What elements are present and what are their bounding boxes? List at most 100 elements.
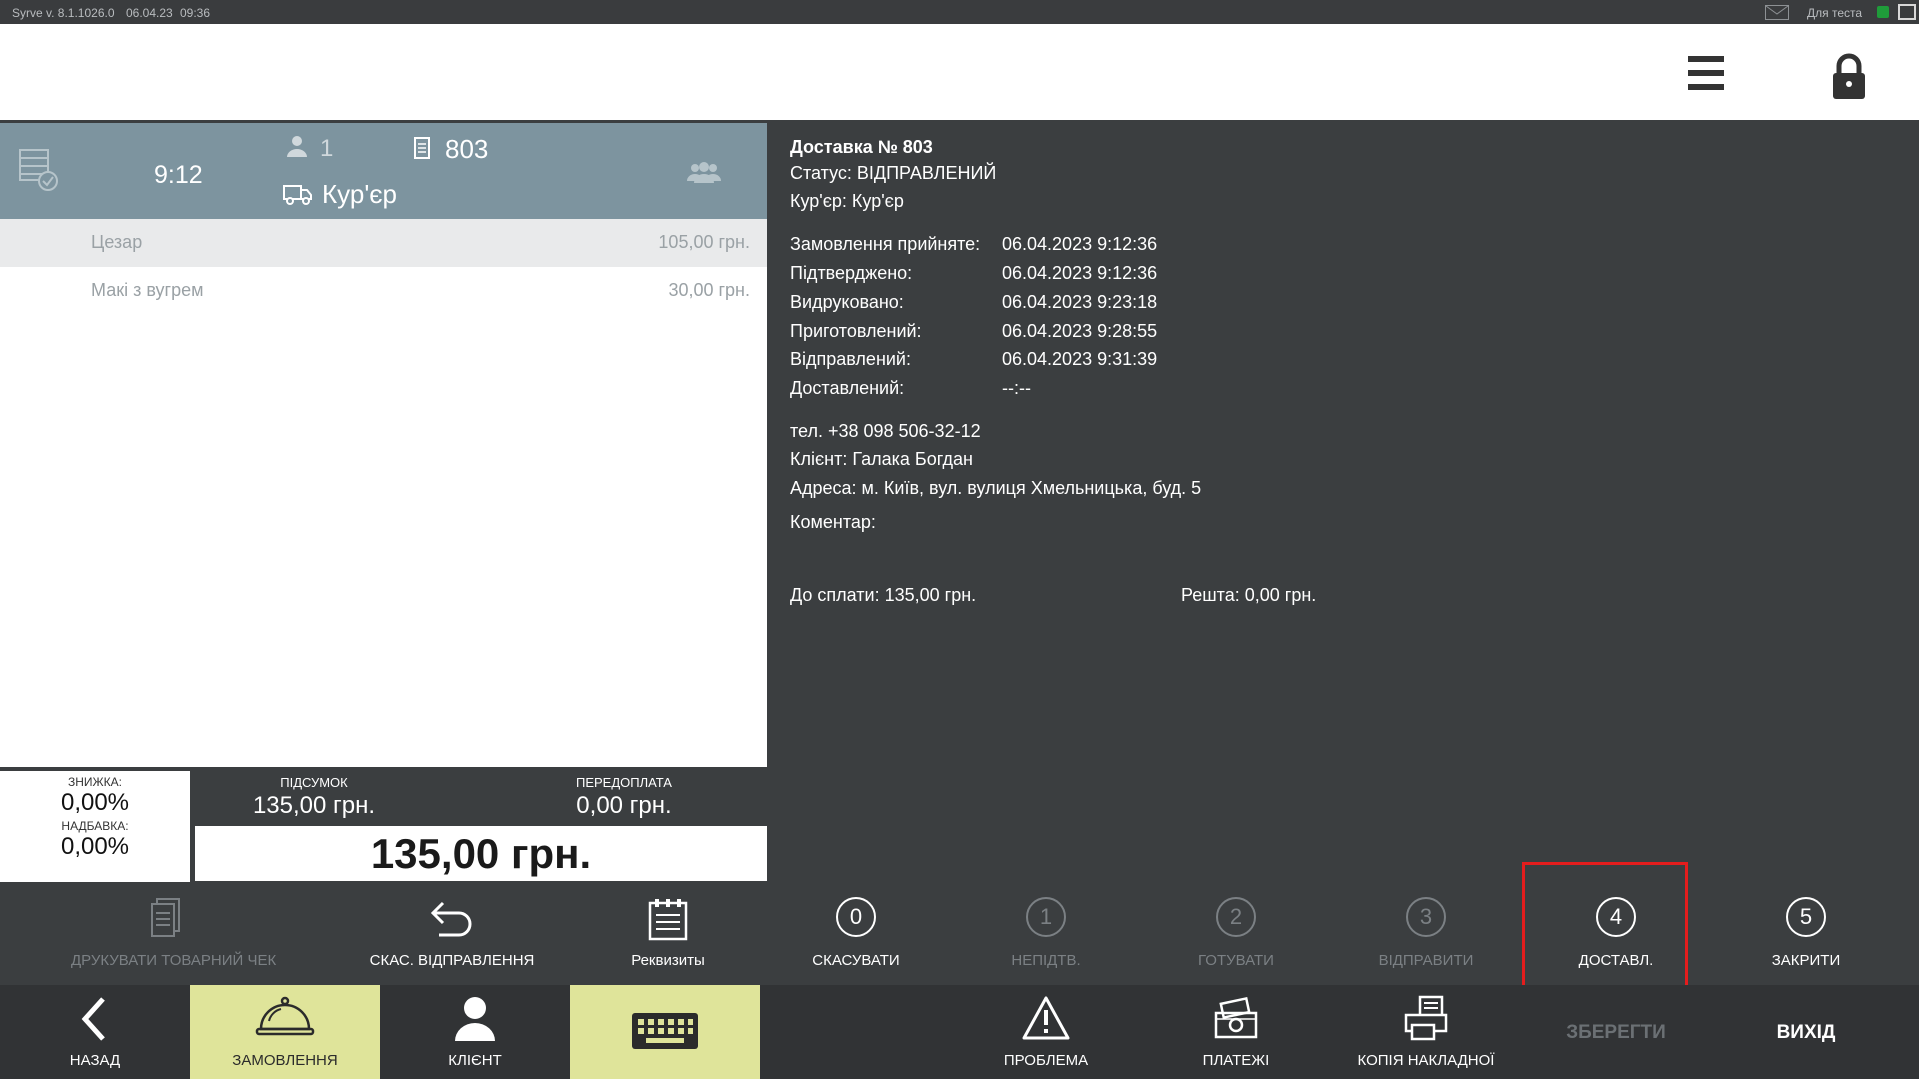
timeline-label: Приготовлений: (790, 321, 922, 341)
undo-icon (430, 901, 472, 937)
prepay-label: ПЕРЕДОПЛАТА (576, 775, 672, 790)
client-name: Клієнт: Галака Богдан (790, 449, 973, 469)
amount-to-pay: До сплати: 135,00 грн. (790, 585, 977, 605)
delivery-address: Адреса: м. Київ, вул. вулиця Хмельницька… (790, 478, 1202, 498)
list-item[interactable]: Макі з вугрем 30,00 грн. (0, 267, 767, 315)
payments-label: ПЛАТЕЖІ (1202, 1052, 1270, 1069)
person-icon (455, 997, 495, 1041)
person-icon (287, 136, 307, 157)
delivery-status: Статус: ВІДПРАВЛЕНИЙ (790, 163, 997, 183)
delivery-comment: Коментар: (790, 512, 876, 532)
order-total: 135,00 грн. (195, 826, 767, 881)
keyboard-button[interactable] (570, 985, 760, 1079)
guest-count: 1 (320, 135, 334, 162)
item-price: 105,00 грн. (658, 232, 750, 252)
status-step-number: 1 (1026, 897, 1066, 937)
orders-label: ЗАМОВЛЕННЯ (232, 1052, 338, 1069)
tab-client[interactable]: КЛІЄНТ (380, 985, 570, 1079)
timeline-label: Доставлений: (790, 378, 905, 398)
status-step-label: ДОСТАВЛ. (1578, 952, 1654, 969)
status-step-label: ГОТУВАТИ (1198, 952, 1274, 969)
invoice-copy-label: КОПІЯ НАКЛАДНОЇ (1357, 1052, 1495, 1069)
receipt-icon (414, 137, 430, 159)
markup-label: НАДБАВКА: (61, 819, 129, 833)
invoice-copy-button[interactable]: КОПІЯ НАКЛАДНОЇ (1331, 985, 1521, 1079)
status-step-number: 0 (836, 897, 876, 937)
print-receipt-icon (151, 898, 180, 937)
back-button[interactable]: НАЗАД (0, 985, 190, 1079)
item-price: 30,00 грн. (668, 280, 750, 300)
order-checklist-icon (19, 149, 58, 191)
problem-button[interactable]: ПРОБЛЕМА (951, 985, 1141, 1079)
printer-icon (1404, 995, 1448, 1041)
hamburger-icon[interactable] (1680, 52, 1732, 98)
cash-register-icon (1214, 996, 1258, 1039)
tab-orders[interactable]: ЗАМОВЛЕННЯ (190, 985, 380, 1079)
timeline-label: Відправлений: (790, 349, 911, 369)
timeline-label: Підтверджено: (790, 263, 913, 283)
markup-value: 0,00% (60, 833, 130, 860)
warning-icon (1022, 996, 1070, 1040)
client-label: КЛІЄНТ (448, 1052, 502, 1069)
item-name: Цезар (91, 232, 143, 252)
requisites-button[interactable]: Реквизиты (573, 882, 763, 985)
truck-icon (283, 185, 312, 205)
problem-label: ПРОБЛЕМА (1003, 1052, 1089, 1069)
order-time: 9:12 (154, 161, 203, 189)
group-icon[interactable] (686, 161, 722, 185)
status-unconfirmed-button[interactable]: 1 НЕПІДТВ. (951, 882, 1141, 985)
timeline-label: Замовлення прийняте: (790, 234, 981, 254)
subtotal-label: ПІДСУМОК (280, 775, 348, 790)
system-date: 06.04.23 (126, 6, 173, 20)
discount-label: ЗНИЖКА: (68, 775, 122, 789)
status-cook-button[interactable]: 2 ГОТУВАТИ (1141, 882, 1331, 985)
change-amount: Решта: 0,00 грн. (1181, 585, 1317, 605)
system-bar: Syrve v. 8.1.1026.0 06.04.23 09:36 Для т… (0, 0, 1919, 24)
status-step-number: 3 (1406, 897, 1446, 937)
print-receipt-button[interactable]: ДРУКУВАТИ ТОВАРНИЙ ЧЕК (71, 882, 277, 985)
notepad-icon (648, 899, 688, 941)
delivery-title: Доставка № 803 (790, 137, 933, 157)
timeline-value: 06.04.2023 9:23:18 (1002, 292, 1158, 312)
prepay-value: 0,00 грн. (576, 792, 672, 819)
timeline-label: Видруковано: (790, 292, 904, 312)
cancel-send-button[interactable]: СКАС. ВІДПРАВЛЕННЯ (357, 882, 547, 985)
exit-label: ВИХІД (1776, 1022, 1836, 1043)
payments-button[interactable]: ПЛАТЕЖІ (1141, 985, 1331, 1079)
lock-icon[interactable] (1823, 50, 1875, 102)
order-header[interactable]: 9:12 1 803 Кур'єр (0, 123, 767, 219)
list-item[interactable]: Цезар 105,00 грн. (0, 219, 767, 267)
timeline-value: 06.04.2023 9:12:36 (1002, 234, 1158, 254)
subtotal-panel: ПІДСУМОК 135,00 грн. ПЕРЕДОПЛАТА 0,00 гр… (194, 771, 767, 826)
status-step-label: ВІДПРАВИТИ (1378, 952, 1474, 969)
print-receipt-label: ДРУКУВАТИ ТОВАРНИЙ ЧЕК (71, 952, 277, 969)
keyboard-icon (632, 1013, 698, 1049)
environment-label: Для теста (1807, 6, 1863, 20)
timeline-value: 06.04.2023 9:12:36 (1002, 263, 1158, 283)
action-bar: ДРУКУВАТИ ТОВАРНИЙ ЧЕК СКАС. ВІДПРАВЛЕНН… (0, 882, 1919, 985)
subtotal-value: 135,00 грн. (252, 792, 376, 819)
discount-value: 0,00% (60, 789, 130, 816)
status-delivered-button[interactable]: 4 ДОСТАВЛ. (1521, 882, 1711, 985)
status-indicator (1877, 6, 1889, 18)
bottom-nav: НАЗАД ЗАМОВЛЕННЯ КЛІЄНТ ПРОБЛЕМА ПЛАТЕЖІ… (0, 985, 1919, 1079)
chevron-left-icon (81, 997, 105, 1041)
status-step-label: СКАСУВАТИ (812, 952, 900, 969)
status-send-button[interactable]: 3 ВІДПРАВИТИ (1331, 882, 1521, 985)
timeline-value: 06.04.2023 9:31:39 (1002, 349, 1158, 369)
status-close-button[interactable]: 5 ЗАКРИТИ (1711, 882, 1901, 985)
mail-icon[interactable] (1765, 5, 1789, 20)
system-time: 09:36 (180, 6, 211, 20)
discount-panel[interactable]: ЗНИЖКА: 0,00% НАДБАВКА: 0,00% (0, 771, 190, 882)
window-icon[interactable] (1898, 4, 1916, 20)
top-header (0, 24, 1919, 120)
status-step-number: 4 (1596, 897, 1636, 937)
cancel-send-label: СКАС. ВІДПРАВЛЕННЯ (369, 952, 535, 969)
status-cancel-button[interactable]: 0 СКАСУВАТИ (761, 882, 951, 985)
requisites-label: Реквизиты (631, 952, 705, 969)
save-button[interactable]: ЗБЕРЕГТИ (1521, 985, 1711, 1079)
back-label: НАЗАД (69, 1052, 121, 1069)
exit-button[interactable]: ВИХІД (1711, 985, 1901, 1079)
app-version: Syrve v. 8.1.1026.0 (12, 6, 115, 20)
order-type: Кур'єр (322, 179, 398, 209)
